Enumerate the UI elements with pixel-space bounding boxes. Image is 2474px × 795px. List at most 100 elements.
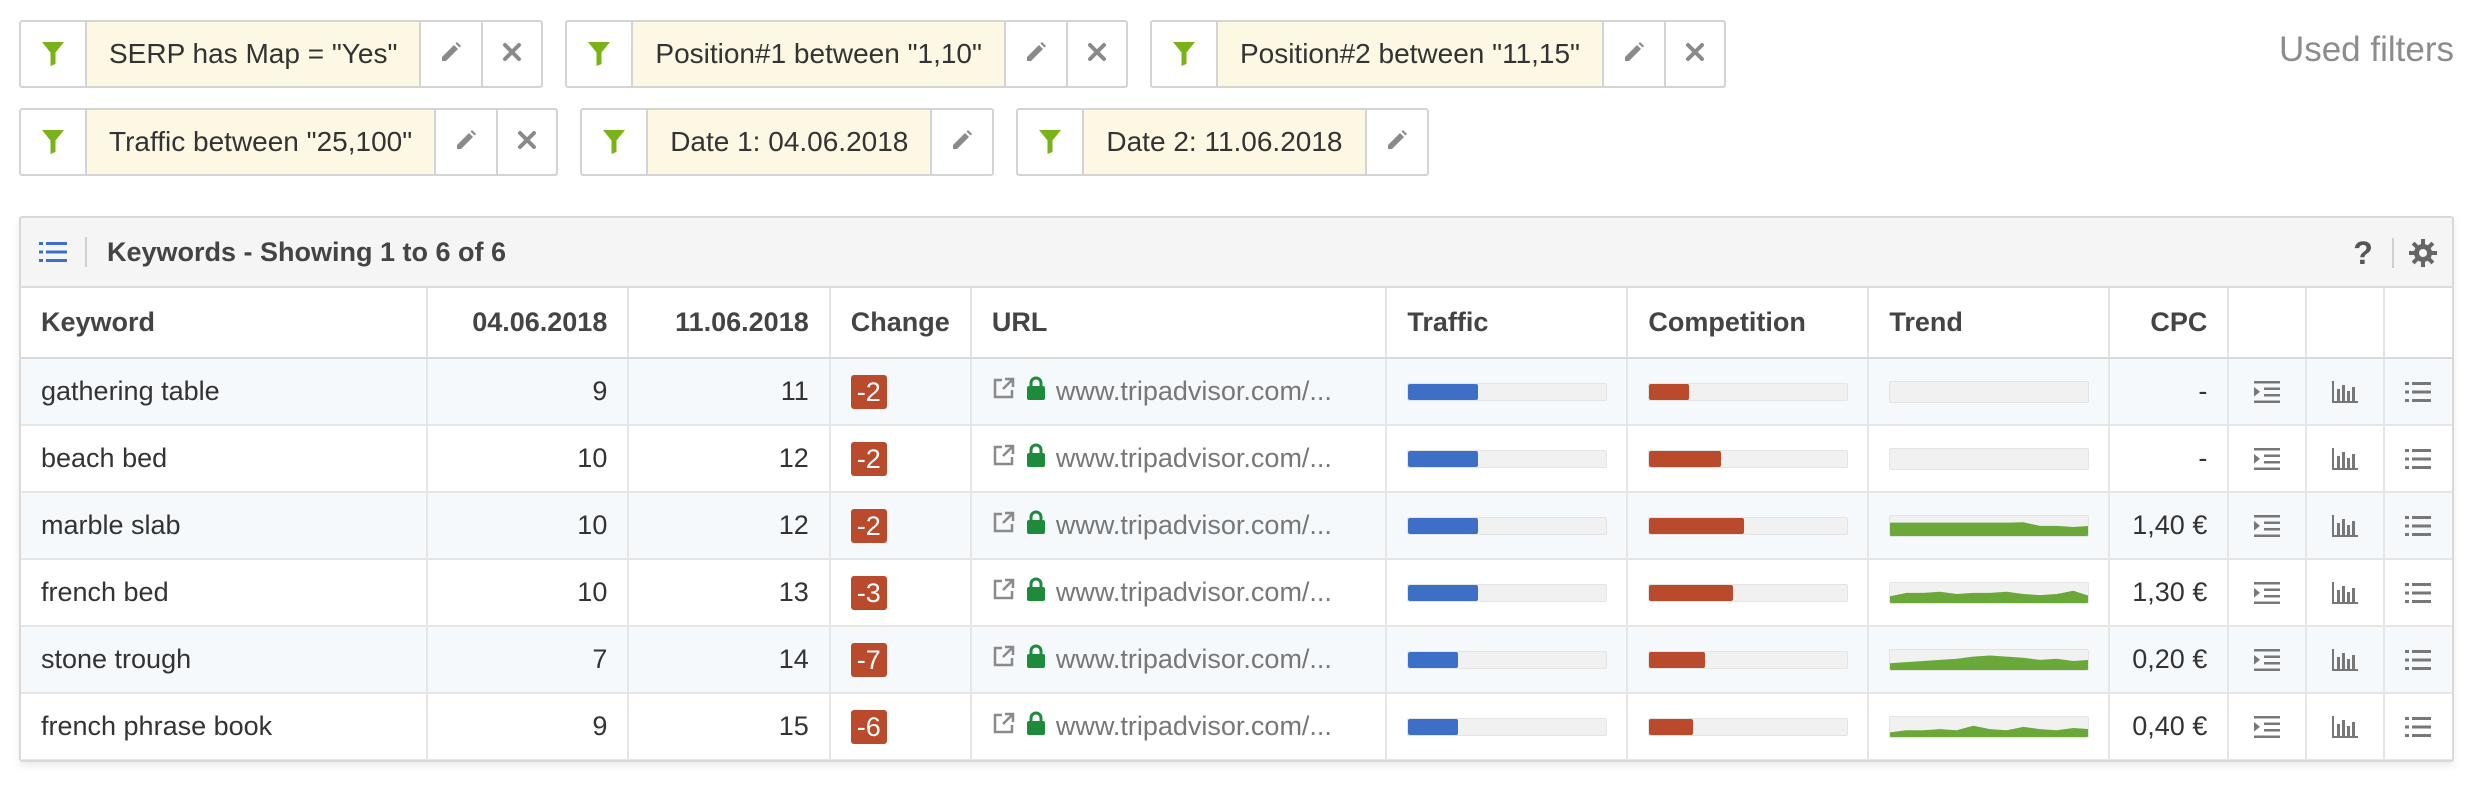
trend-chart	[1890, 521, 2089, 536]
history-button[interactable]	[2306, 492, 2385, 560]
keyword-cell[interactable]: gathering table	[21, 358, 428, 426]
serp-button[interactable]	[2228, 559, 2308, 627]
col-traffic[interactable]: Traffic	[1386, 288, 1629, 359]
pencil-icon	[439, 40, 463, 69]
history-button[interactable]	[2306, 358, 2385, 426]
traffic-cell	[1386, 693, 1629, 760]
keyword-cell[interactable]: french bed	[21, 559, 428, 627]
url-link[interactable]: www.tripadvisor.com/...	[1056, 443, 1332, 474]
details-button[interactable]	[2383, 693, 2452, 760]
filter-label[interactable]: Traffic between "25,100"	[87, 110, 437, 174]
filter-label[interactable]: Position#2 between "11,15"	[1217, 22, 1604, 86]
keyword-cell[interactable]: marble slab	[21, 492, 428, 560]
external-link-icon[interactable]	[992, 644, 1016, 675]
col-keyword[interactable]: Keyword	[21, 288, 428, 359]
remove-filter-button[interactable]	[496, 110, 556, 174]
panel-tools: ?	[2334, 218, 2452, 288]
details-button[interactable]	[2383, 425, 2452, 493]
remove-filter-button[interactable]	[1065, 22, 1126, 86]
trend-area	[1890, 655, 2089, 670]
header-divider	[85, 237, 87, 267]
close-icon	[1685, 42, 1705, 67]
change-badge: -2	[850, 441, 887, 476]
edit-filter-button[interactable]	[1604, 22, 1664, 86]
serp-button[interactable]	[2228, 492, 2308, 560]
edit-filter-button[interactable]	[436, 110, 496, 174]
change-badge: -3	[850, 575, 887, 610]
remove-filter-button[interactable]	[1664, 22, 1724, 86]
traffic-bar	[1407, 717, 1608, 736]
details-button[interactable]	[2383, 626, 2452, 694]
url-link[interactable]: www.tripadvisor.com/...	[1056, 577, 1332, 608]
remove-filter-button[interactable]	[481, 22, 541, 86]
history-button[interactable]	[2306, 559, 2385, 627]
pencil-icon	[1622, 40, 1646, 69]
url-cell: www.tripadvisor.com/...	[970, 425, 1388, 493]
col-change[interactable]: Change	[829, 288, 972, 359]
serp-button[interactable]	[2228, 626, 2308, 694]
cpc-cell: 0,20 €	[2109, 626, 2230, 694]
traffic-cell	[1386, 626, 1629, 694]
trend-area	[1890, 521, 2089, 536]
trend-cell	[1868, 693, 2111, 760]
funnel-icon	[567, 22, 634, 86]
competition-bar-fill	[1649, 383, 1689, 400]
bar-chart-icon	[2307, 426, 2382, 490]
history-button[interactable]	[2306, 425, 2385, 493]
external-link-icon[interactable]	[992, 577, 1016, 608]
col-url[interactable]: URL	[970, 288, 1388, 359]
external-link-icon[interactable]	[992, 443, 1016, 474]
col-competition[interactable]: Competition	[1627, 288, 1870, 359]
history-button[interactable]	[2306, 693, 2385, 760]
table-row: gathering table 9 11 -2 www.tripadvisor.com/…	[21, 358, 2452, 426]
help-icon[interactable]: ?	[2334, 218, 2392, 288]
filter-label[interactable]: Position#1 between "1,10"	[633, 22, 1006, 86]
traffic-bar	[1407, 516, 1608, 535]
position-date1: 9	[426, 358, 630, 426]
details-button[interactable]	[2383, 358, 2452, 426]
col-date1[interactable]: 04.06.2018	[426, 288, 630, 359]
url-link[interactable]: www.tripadvisor.com/...	[1056, 376, 1332, 407]
external-link-icon[interactable]	[992, 376, 1016, 407]
serp-button[interactable]	[2228, 425, 2308, 493]
url-link[interactable]: www.tripadvisor.com/...	[1056, 510, 1332, 541]
change-cell: -6	[829, 693, 972, 760]
competition-cell	[1627, 492, 1870, 560]
keyword-cell[interactable]: stone trough	[21, 626, 428, 694]
external-link-icon[interactable]	[992, 510, 1016, 541]
external-link-icon[interactable]	[992, 711, 1016, 742]
cpc-cell: -	[2109, 425, 2230, 493]
details-button[interactable]	[2383, 492, 2452, 560]
keyword-cell[interactable]: beach bed	[21, 425, 428, 493]
filter-label[interactable]: Date 1: 04.06.2018	[648, 110, 933, 174]
funnel-icon	[1152, 22, 1218, 86]
url-link[interactable]: www.tripadvisor.com/...	[1056, 711, 1332, 742]
competition-cell	[1627, 626, 1870, 694]
edit-filter-button[interactable]	[932, 110, 992, 174]
url-link[interactable]: www.tripadvisor.com/...	[1056, 644, 1332, 675]
url-cell: www.tripadvisor.com/...	[970, 626, 1388, 694]
lock-icon	[1026, 711, 1046, 742]
filter-label[interactable]: SERP has Map = "Yes"	[87, 22, 422, 86]
col-cpc[interactable]: CPC	[2109, 288, 2230, 359]
keyword-cell[interactable]: french phrase book	[21, 693, 428, 760]
col-trend[interactable]: Trend	[1868, 288, 2111, 359]
col-date2[interactable]: 11.06.2018	[628, 288, 831, 359]
bar-chart-icon	[2307, 359, 2382, 423]
change-badge: -2	[850, 374, 887, 409]
list-icon[interactable]	[21, 240, 85, 264]
table-row: beach bed 10 12 -2 www.tripadvisor.com/... -	[21, 425, 2452, 493]
edit-filter-button[interactable]	[1006, 22, 1066, 86]
history-button[interactable]	[2306, 626, 2385, 694]
traffic-bar-fill	[1408, 383, 1478, 400]
serp-button[interactable]	[2228, 358, 2308, 426]
edit-filter-button[interactable]	[421, 22, 481, 86]
gear-icon[interactable]	[2394, 218, 2452, 288]
table-header-row: Keyword 04.06.2018 11.06.2018 Change URL…	[21, 288, 2452, 359]
url-cell: www.tripadvisor.com/...	[970, 559, 1388, 627]
filter-label[interactable]: Date 2: 11.06.2018	[1084, 110, 1367, 174]
details-button[interactable]	[2383, 559, 2452, 627]
position-date2: 11	[628, 358, 831, 426]
edit-filter-button[interactable]	[1367, 110, 1427, 174]
serp-button[interactable]	[2228, 693, 2308, 760]
